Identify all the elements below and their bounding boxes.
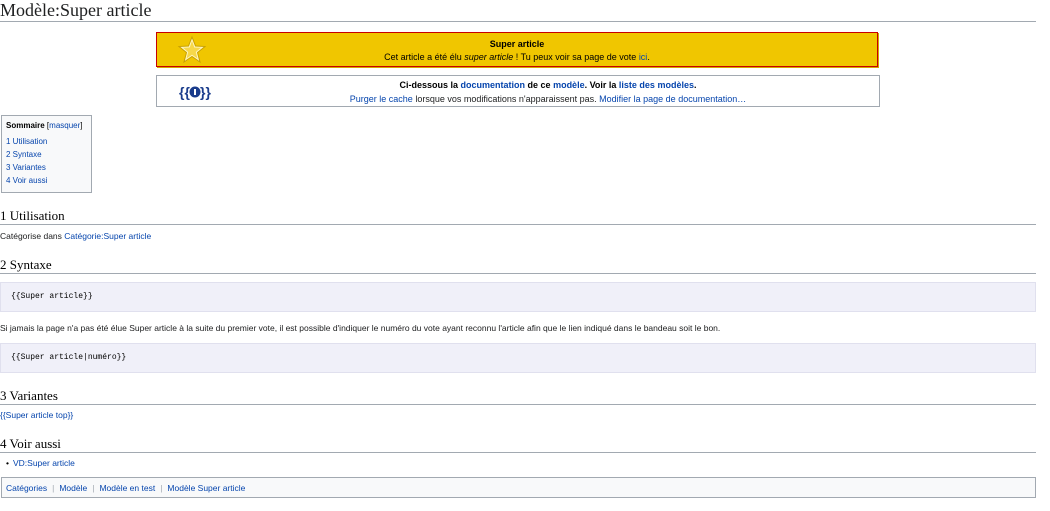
toc-toggle-link[interactable]: masquer <box>49 121 80 130</box>
purge-cache-link[interactable]: Purger le cache <box>350 94 413 104</box>
category-modele-en-test-link[interactable]: Modèle en test <box>99 483 155 493</box>
page-title: Modèle:Super article <box>0 0 152 20</box>
svg-text:{{: {{ <box>179 84 190 100</box>
categories-label-link[interactable]: Catégories <box>6 483 47 493</box>
see-also-list: VD:Super article <box>6 458 75 468</box>
section-divider <box>0 273 1036 274</box>
doc-line-2: Purger le cache lorsque vos modification… <box>349 94 747 104</box>
documentation-box: {{ }} Ci-dessous la documentation de ce … <box>156 75 880 107</box>
svg-text:}}: }} <box>200 84 211 100</box>
code-block-basic: {{Super article}} <box>0 282 1036 312</box>
documentation-link[interactable]: documentation <box>461 80 526 90</box>
vd-super-article-link[interactable]: VD:Super article <box>13 458 75 468</box>
edit-doc-link[interactable]: Modifier la page de documentation <box>599 94 737 104</box>
toc-header: Sommaire [masquer] <box>6 121 83 130</box>
toc-item-syntaxe[interactable]: 2 Syntaxe <box>6 148 87 161</box>
banner-text: Cet article a été élu super article ! Tu… <box>384 52 650 62</box>
toc-item-utilisation[interactable]: 1 Utilisation <box>6 135 87 148</box>
section-divider <box>0 404 1036 405</box>
toc-item-voir-aussi[interactable]: 4 Voir aussi <box>6 174 87 187</box>
section-heading-utilisation: 1 Utilisation <box>0 208 65 223</box>
section-heading-syntaxe: 2 Syntaxe <box>0 257 52 272</box>
list-item: VD:Super article <box>6 458 75 468</box>
section-divider <box>0 452 1036 453</box>
banner-title: Super article <box>489 39 545 49</box>
syntaxe-text: Si jamais la page n'a pas été élue Super… <box>0 323 721 333</box>
modele-link[interactable]: modèle <box>553 80 585 90</box>
table-of-contents: Sommaire [masquer] 1 Utilisation 2 Synta… <box>1 115 92 193</box>
title-divider <box>0 21 1036 22</box>
utilisation-text: Catégorise dans Catégorie:Super article <box>0 231 152 241</box>
category-modele-link[interactable]: Modèle <box>59 483 87 493</box>
section-heading-voir-aussi: 4 Voir aussi <box>0 436 61 451</box>
super-article-top-link[interactable]: {{Super article top}} <box>0 410 73 420</box>
doc-line-1: Ci-dessous la documentation de ce modèle… <box>399 80 697 90</box>
section-heading-variantes: 3 Variantes <box>0 388 58 403</box>
category-links: Catégories:|Modèle|Modèle en test|Modèle… <box>1 477 1036 498</box>
section-divider <box>0 224 1036 225</box>
template-list-link[interactable]: liste des modèles <box>619 80 694 90</box>
super-article-banner: Super article Cet article a été élu supe… <box>156 32 878 67</box>
code-block-numero: {{Super article|numéro}} <box>0 343 1036 373</box>
category-link[interactable]: Catégorie:Super article <box>64 231 151 241</box>
category-modele-super-article-link[interactable]: Modèle Super article <box>167 483 245 493</box>
toc-item-variantes[interactable]: 3 Variantes <box>6 161 87 174</box>
template-doc-icon: {{ }} <box>179 84 211 100</box>
